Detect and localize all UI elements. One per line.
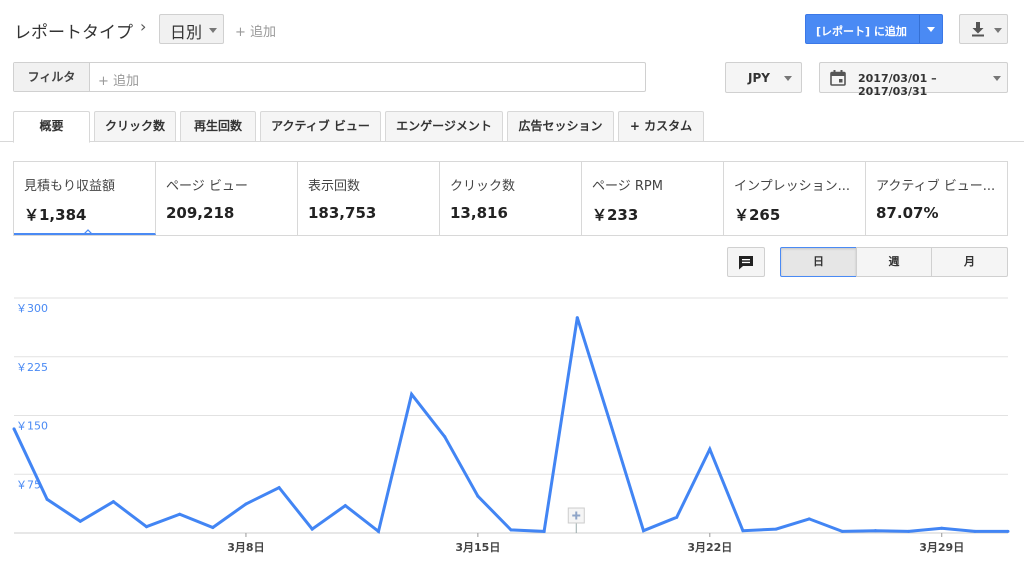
metric-label: ページ RPM [592,179,663,194]
download-button[interactable] [959,14,1008,44]
data-point [973,529,977,533]
data-point [78,519,82,523]
data-point [343,504,347,508]
granularity-label: 日別 [170,23,203,42]
data-point [111,500,115,504]
data-point [873,529,877,533]
filter-add-input[interactable]: + 追加 [98,70,139,89]
currency-dropdown[interactable]: JPY [725,62,802,93]
data-point [642,529,646,533]
currency-label: JPY [748,71,770,85]
metric-value: 13,816 [450,204,508,222]
data-point [211,526,215,530]
breadcrumb-chevron-icon: › [140,17,147,36]
metric-value: 183,753 [308,204,377,222]
add-to-report-button[interactable]: [レポート] に追加 [805,14,943,44]
tab-custom[interactable]: + カスタム [618,111,704,142]
data-point [542,529,546,533]
data-point [310,527,314,531]
data-point [940,526,944,530]
metric-label: クリック数 [450,179,516,194]
series-line [12,317,1008,535]
y-tick-label: ￥300 [16,302,48,315]
x-tick-label: 3月8日 [227,541,264,554]
tab-ad-sessions[interactable]: 広告セッション [507,111,614,142]
date-range-label: 2017/03/01 – 2017/03/31 [858,72,937,98]
data-point [608,421,612,425]
metric-label: インプレッション... [734,179,851,194]
data-point [277,486,281,490]
metric-value: ￥1,384 [24,206,87,224]
data-point [178,512,182,516]
metric-card-clicks[interactable]: クリック数 13,816 [440,162,582,235]
report-type-title: レポートタイプ [14,23,133,43]
data-point [476,494,480,498]
chevron-down-icon [784,76,792,81]
data-point [145,525,149,529]
tab-clicks[interactable]: クリック数 [94,111,176,142]
chevron-down-icon [993,76,1001,81]
y-tick-label: ￥225 [16,361,48,374]
metric-card-active-view[interactable]: アクティブ ビュー... 87.07% [866,162,1007,235]
metric-value: ￥265 [734,206,781,224]
data-point [410,392,414,396]
data-point [907,529,911,533]
metric-value: 87.07% [876,204,939,222]
metric-label: ページ ビュー [166,179,248,194]
period-week-button[interactable]: 週 [856,247,932,277]
x-tick-label: 3月29日 [919,541,964,554]
data-point [807,517,811,521]
calendar-icon [830,70,846,86]
metric-card-impression-rpm[interactable]: インプレッション... ￥265 [724,162,866,235]
filter-label: フィルタ [14,63,90,91]
download-icon [972,22,984,37]
period-day-button[interactable]: 日 [780,247,857,277]
tab-plays[interactable]: 再生回数 [180,111,256,142]
metric-card-impressions[interactable]: 表示回数 183,753 [298,162,440,235]
data-point [741,529,745,533]
granularity-dropdown[interactable]: 日別 [159,14,224,44]
chevron-down-icon [994,28,1002,33]
data-point [675,515,679,519]
chevron-down-icon [209,28,217,33]
data-point [509,528,513,532]
data-point [12,427,16,431]
comment-icon [739,256,753,270]
data-point [1006,529,1010,533]
date-range-picker[interactable]: 2017/03/01 – 2017/03/31 [819,62,1008,98]
tab-overview[interactable]: 概要 [13,111,90,143]
chevron-down-icon[interactable] [927,27,935,32]
y-tick-label: ￥150 [16,420,48,433]
filter-bar[interactable]: フィルタ + 追加 [13,62,646,92]
button-divider [919,15,920,43]
data-point [244,502,248,506]
tab-engagement[interactable]: エンゲージメント [385,111,503,142]
metric-value: ￥233 [592,206,639,224]
x-tick-label: 3月15日 [455,541,500,554]
earnings-line-chart: ￥75￥150￥225￥3003月8日 3月15日 3月22日 3月29日 [12,297,1010,554]
x-tick-label: 3月22日 [687,541,732,554]
annotation-button[interactable] [727,247,765,277]
metric-value: 209,218 [166,204,235,222]
metric-card-page-views[interactable]: ページ ビュー 209,218 [156,162,298,235]
add-to-report-label: [レポート] に追加 [816,25,907,38]
data-point [443,435,447,439]
period-month-button[interactable]: 月 [931,247,1008,277]
metric-card-estimated-earnings[interactable]: 見積もり収益額 ￥1,384 [14,162,156,235]
metrics-strip: 見積もり収益額 ￥1,384 ページ ビュー 209,218 表示回数 183,… [13,161,1008,236]
data-point [376,529,380,533]
metric-label: アクティブ ビュー... [876,179,996,194]
data-point [840,529,844,533]
active-indicator-icon [84,229,92,233]
data-point [575,316,579,320]
metric-label: 表示回数 [308,179,361,194]
metric-label: 見積もり収益額 [24,179,116,194]
add-breakdown-link[interactable]: + 追加 [235,21,276,40]
data-point [45,497,49,501]
tab-active-view[interactable]: アクティブ ビュー [260,111,381,142]
data-point [708,447,712,451]
metric-card-page-rpm[interactable]: ページ RPM ￥233 [582,162,724,235]
data-point [774,527,778,531]
